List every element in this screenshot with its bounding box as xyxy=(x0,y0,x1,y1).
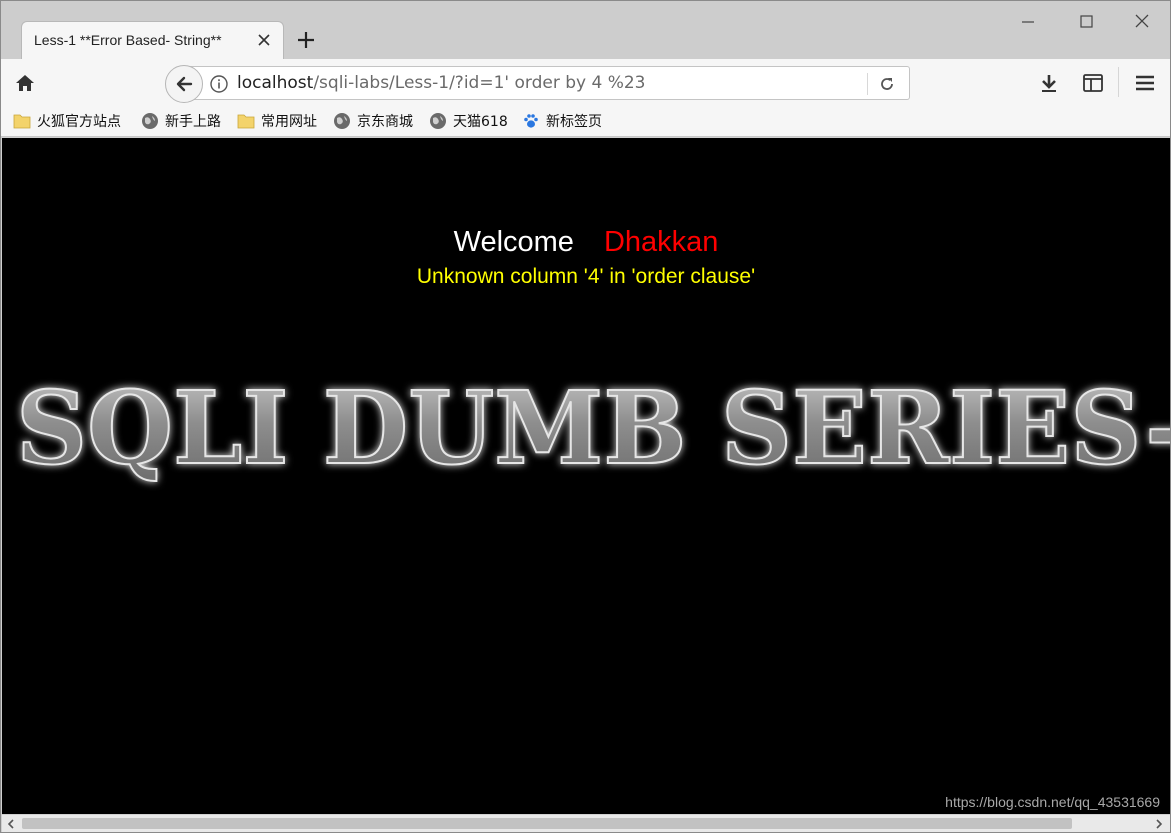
tab-strip: Less-1 **Error Based- String** xyxy=(1,1,1170,59)
close-tab-icon[interactable] xyxy=(255,31,273,49)
sidebar-icon[interactable] xyxy=(1081,71,1105,95)
bookmark-item[interactable]: 新标签页 xyxy=(522,111,602,131)
bookmark-item[interactable]: 新手上路 xyxy=(141,111,221,131)
info-icon[interactable] xyxy=(209,74,229,94)
back-button[interactable] xyxy=(165,65,203,103)
bookmark-item[interactable]: 京东商城 xyxy=(333,111,413,131)
minimize-icon[interactable] xyxy=(1015,9,1041,35)
url-separator xyxy=(867,73,868,95)
navigation-bar: localhost/sqli-labs/Less-1/?id=1' order … xyxy=(1,59,1170,105)
bookmark-label: 京东商城 xyxy=(357,114,413,130)
browser-window: Less-1 **Error Based- String** localhost… xyxy=(0,0,1171,833)
toolbar-divider xyxy=(1118,67,1119,97)
bookmark-label: 天猫618 xyxy=(453,114,508,130)
new-tab-icon[interactable] xyxy=(295,29,317,51)
home-icon[interactable] xyxy=(13,71,37,95)
tab-title: Less-1 **Error Based- String** xyxy=(34,32,222,48)
url-path: /sqli-labs/Less-1/?id=1' order by 4 %23 xyxy=(313,73,646,93)
user-name: Dhakkan xyxy=(603,226,719,258)
menu-icon[interactable] xyxy=(1133,71,1157,95)
globe-icon xyxy=(430,113,446,129)
bookmark-item[interactable]: 火狐官方站点 xyxy=(13,111,121,131)
maximize-icon[interactable] xyxy=(1073,9,1099,35)
globe-icon xyxy=(334,113,350,129)
horizontal-scrollbar[interactable] xyxy=(2,814,1170,832)
welcome-line: Welcome Dhakkan xyxy=(2,226,1170,259)
scrollbar-thumb[interactable] xyxy=(22,818,1072,829)
paw-icon xyxy=(524,114,538,128)
watermark: https://blog.csdn.net/qq_43531669 xyxy=(945,794,1160,810)
welcome-text: Welcome xyxy=(453,226,574,258)
error-message: Unknown column '4' in 'order clause' xyxy=(416,265,756,288)
close-window-icon[interactable] xyxy=(1129,9,1155,35)
url-host: localhost xyxy=(237,73,314,93)
bookmark-label: 火狐官方站点 xyxy=(37,114,121,130)
bookmark-label: 新手上路 xyxy=(165,114,221,130)
banner-text: SQLI DUMB SERIES- xyxy=(16,369,1170,487)
downloads-icon[interactable] xyxy=(1037,71,1061,95)
bookmark-item[interactable]: 天猫618 xyxy=(429,111,508,131)
back-arrow-icon xyxy=(176,76,193,92)
url-bar[interactable]: localhost/sqli-labs/Less-1/?id=1' order … xyxy=(183,66,910,100)
bookmarks-bar: 火狐官方站点 新手上路 常用网址 京东商城 天猫618 新标签页 xyxy=(1,105,1170,137)
globe-icon xyxy=(142,113,158,129)
bookmark-label: 新标签页 xyxy=(546,114,602,130)
scroll-right-icon[interactable] xyxy=(1152,817,1166,831)
bookmark-item[interactable]: 常用网址 xyxy=(237,111,317,131)
folder-icon xyxy=(237,114,255,129)
page-content: Welcome Dhakkan Unknown column '4' in 'or… xyxy=(2,138,1170,814)
folder-icon xyxy=(13,114,31,129)
tab-active[interactable]: Less-1 **Error Based- String** xyxy=(21,21,284,59)
scroll-left-icon[interactable] xyxy=(4,817,18,831)
sqli-dumb-series-banner: SQLI DUMB SERIES- xyxy=(15,368,1170,488)
reload-icon[interactable] xyxy=(877,74,897,94)
bookmark-label: 常用网址 xyxy=(261,114,317,130)
url-text[interactable]: localhost/sqli-labs/Less-1/?id=1' order … xyxy=(237,73,645,93)
